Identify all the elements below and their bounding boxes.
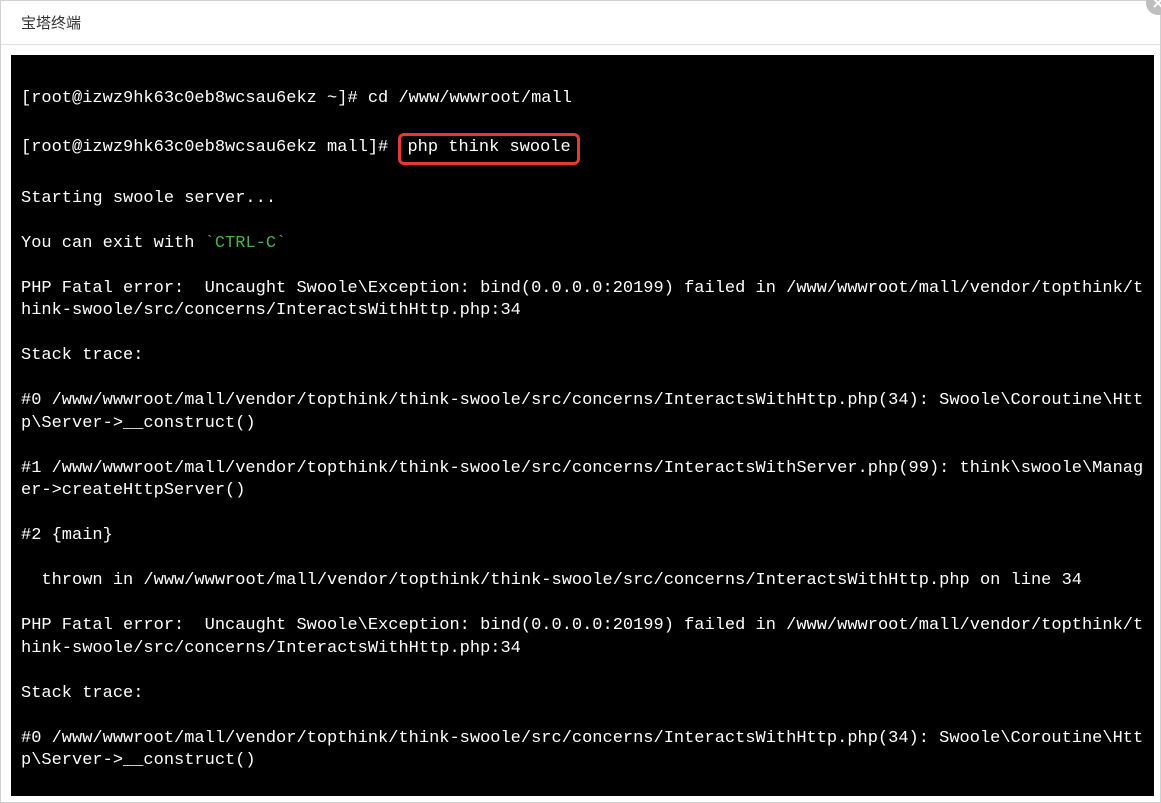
terminal-output[interactable]: [root@izwz9hk63c0eb8wcsau6ekz ~]# cd /ww… bbox=[11, 55, 1154, 796]
shell-prompt: [root@izwz9hk63c0eb8wcsau6ekz mall]# bbox=[21, 138, 398, 157]
terminal-container: [root@izwz9hk63c0eb8wcsau6ekz ~]# cd /ww… bbox=[1, 45, 1160, 802]
output-line: #1 /www/wwwroot/mall/vendor/topthink/thi… bbox=[21, 458, 1146, 503]
output-line: #1 /www/wwwroot/mall/vendor/topthink/thi… bbox=[21, 795, 1146, 796]
output-line: Stack trace: bbox=[21, 345, 1146, 368]
output-line: Starting swoole server... bbox=[21, 188, 1146, 211]
output-line: PHP Fatal error: Uncaught Swoole\Excepti… bbox=[21, 278, 1146, 323]
output-line: PHP Fatal error: Uncaught Swoole\Excepti… bbox=[21, 615, 1146, 660]
shell-prompt: [root@izwz9hk63c0eb8wcsau6ekz ~]# bbox=[21, 89, 368, 108]
output-line: Stack trace: bbox=[21, 683, 1146, 706]
highlighted-command: php think swoole bbox=[398, 133, 579, 166]
output-line: You can exit with bbox=[21, 234, 205, 253]
ctrl-c-hint: `CTRL-C` bbox=[205, 234, 287, 253]
terminal-window: 宝塔终端 [root@izwz9hk63c0eb8wcsau6ekz ~]# c… bbox=[0, 0, 1161, 803]
close-icon[interactable] bbox=[1146, 0, 1161, 15]
window-title: 宝塔终端 bbox=[21, 12, 81, 33]
output-line: thrown in /www/wwwroot/mall/vendor/topth… bbox=[21, 570, 1146, 593]
output-line: #0 /www/wwwroot/mall/vendor/topthink/thi… bbox=[21, 390, 1146, 435]
output-line: #2 {main} bbox=[21, 525, 1146, 548]
titlebar: 宝塔终端 bbox=[1, 1, 1160, 45]
output-line: #0 /www/wwwroot/mall/vendor/topthink/thi… bbox=[21, 728, 1146, 773]
shell-command: cd /www/wwwroot/mall bbox=[368, 89, 572, 108]
